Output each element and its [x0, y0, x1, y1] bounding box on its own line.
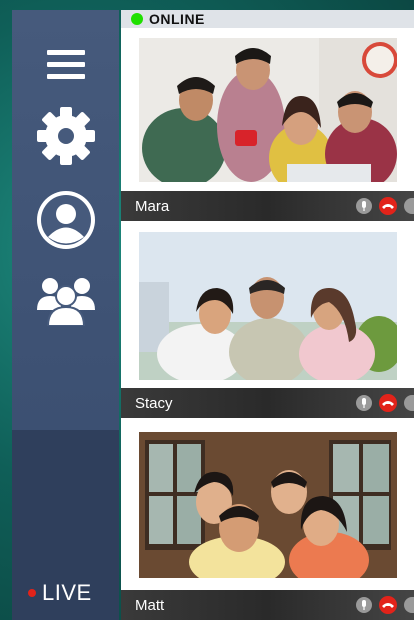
end-call-icon[interactable]	[379, 197, 397, 215]
live-label: LIVE	[42, 580, 92, 605]
sidebar-footer: LIVE	[12, 430, 119, 620]
end-call-icon[interactable]	[379, 394, 397, 412]
microphone-icon[interactable]	[356, 597, 372, 613]
caller-name: Matt	[135, 596, 165, 614]
live-dot	[28, 589, 36, 597]
online-status-dot	[131, 13, 143, 25]
video-frame	[139, 38, 397, 182]
caller-bar: Stacy	[121, 388, 414, 418]
microphone-icon[interactable]	[356, 395, 372, 411]
video-feed[interactable]	[139, 232, 397, 380]
more-options-button[interactable]	[404, 597, 414, 613]
caller-name: Mara	[135, 197, 170, 215]
video-frame	[139, 232, 397, 380]
caller-bar: Mara	[121, 191, 414, 221]
live-indicator: LIVE	[28, 580, 92, 606]
status-label: ONLINE	[149, 11, 205, 27]
caller-name: Stacy	[135, 394, 173, 412]
sidebar: LIVE	[12, 10, 119, 620]
video-frame	[139, 432, 397, 578]
gear-icon[interactable]	[12, 106, 119, 166]
status-bar: ONLINE	[121, 10, 414, 28]
more-options-button[interactable]	[404, 198, 414, 214]
microphone-icon[interactable]	[356, 198, 372, 214]
call-list: ONLINE Mara Stacy Matt	[121, 10, 414, 620]
video-feed[interactable]	[139, 38, 397, 182]
menu-icon[interactable]	[12, 50, 119, 80]
user-icon[interactable]	[12, 190, 119, 250]
end-call-icon[interactable]	[379, 596, 397, 614]
more-options-button[interactable]	[404, 395, 414, 411]
caller-bar: Matt	[121, 590, 414, 620]
video-feed[interactable]	[139, 432, 397, 578]
group-icon[interactable]	[12, 274, 119, 326]
